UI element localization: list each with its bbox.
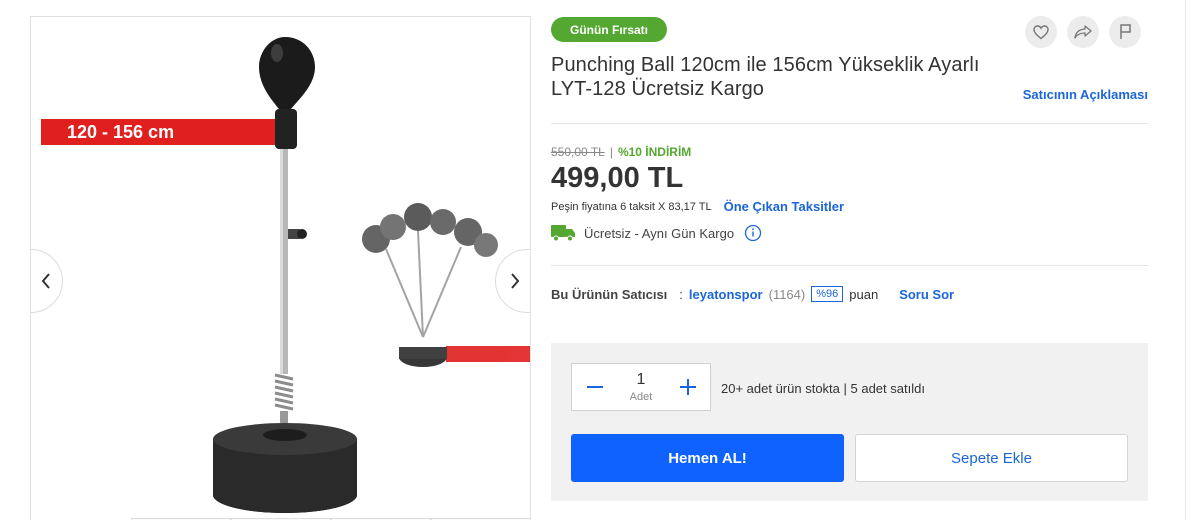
chevron-left-icon [41,273,50,289]
quantity-field[interactable]: 1 Adet [617,364,665,410]
product-gallery: 120 - 156 cm [30,16,531,520]
product-image: 120 - 156 cm [41,37,530,513]
seller-row: Bu Ürünün Satıcısı : leyatonspor (1164) … [551,286,954,302]
quantity-unit: Adet [629,391,653,403]
seller-review-count: (1164) [768,286,806,302]
deal-badge: Günün Fırsatı [551,17,667,42]
ask-question-link[interactable]: Soru Sor [899,287,954,302]
flag-icon [1120,24,1131,39]
decrease-quantity-button[interactable] [572,364,617,410]
seller-score-badge: %96 [811,286,844,302]
product-title: Punching Ball 120cm ile 156cm Yükseklik … [551,54,980,100]
favorite-button[interactable] [1025,16,1057,48]
share-button[interactable] [1067,16,1099,48]
product-actions [1025,16,1141,48]
page-edge [1185,0,1197,520]
seller-score-label: puan [849,286,879,302]
current-price: 499,00 TL [551,162,684,194]
seller-name-link[interactable]: leyatonspor [689,287,763,302]
seller-description-link[interactable]: Satıcının Açıklaması [1023,87,1148,102]
quantity-stepper: 1 Adet [571,363,711,411]
share-icon [1074,25,1092,39]
report-button[interactable] [1109,16,1141,48]
price-info-row: 550,00 TL | %10 İNDİRİM [551,145,691,159]
installment-text: Peşin fiyatına 6 taksit X 83,17 TL [551,200,712,213]
divider [551,123,1148,124]
discount-label: %10 İNDİRİM [617,145,692,159]
quantity-value: 1 [636,371,646,388]
old-price: 550,00 TL [551,145,605,159]
truck-icon [551,225,575,242]
chevron-right-icon [511,273,520,289]
stock-info: 20+ adet ürün stokta | 5 adet satıldı [721,381,925,396]
heart-icon [1033,24,1049,39]
increase-quantity-button[interactable] [665,364,710,410]
plus-icon [679,379,696,395]
divider [551,265,1148,266]
separator: | [609,145,613,159]
seller-colon: : [679,286,683,302]
seller-label: Bu Ürünün Satıcısı [551,286,668,302]
cart-box: 1 Adet 20+ adet ürün stokta | 5 adet sat… [551,343,1148,501]
height-label: 120 - 156 cm [67,122,174,142]
shipping-info: Ücretsiz - Aynı Gün Kargo [551,224,762,242]
buy-now-button[interactable]: Hemen AL! [571,434,844,482]
info-icon[interactable] [744,224,762,242]
minus-icon [586,386,603,388]
shipping-text: Ücretsiz - Aynı Gün Kargo [584,225,735,241]
add-to-cart-button[interactable]: Sepete Ekle [855,434,1128,482]
installments-link[interactable]: Öne Çıkan Taksitler [724,199,844,214]
installment-row: Peşin fiyatına 6 taksit X 83,17 TL Öne Ç… [551,199,844,214]
